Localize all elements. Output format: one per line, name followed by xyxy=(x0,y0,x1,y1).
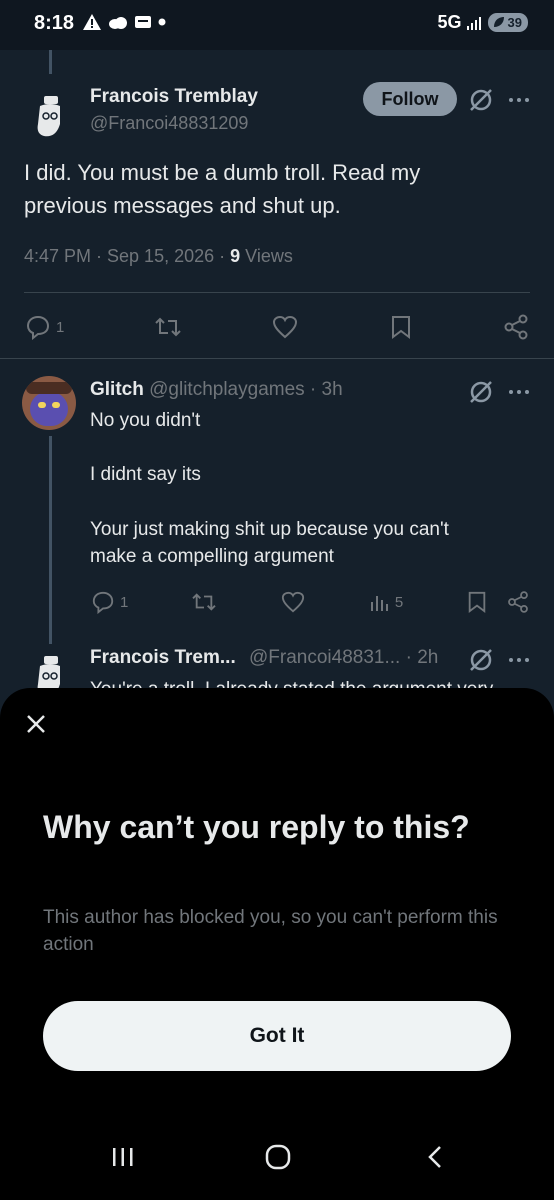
warning-icon xyxy=(83,14,101,30)
post-meta: 4:47 PM · Sep 15, 2026 · 9 Views xyxy=(24,246,293,267)
reply-text-line: Your just making shit up because you can… xyxy=(90,519,449,540)
reply-button[interactable]: 1 xyxy=(24,314,64,340)
share-icon xyxy=(508,591,528,613)
views-count: 9 xyxy=(230,246,241,266)
like-button[interactable] xyxy=(271,314,299,340)
views-label: Views xyxy=(240,246,293,266)
reply-right-actions xyxy=(466,590,530,614)
recent-apps-icon[interactable] xyxy=(108,1142,138,1172)
status-right: 5G 39 xyxy=(438,12,528,33)
divider xyxy=(0,358,554,359)
battery-level: 39 xyxy=(507,15,522,30)
reply-count: 1 xyxy=(120,593,129,611)
reply-count: 1 xyxy=(56,318,65,336)
cloud-icon xyxy=(109,17,127,29)
post-timestamp[interactable]: 4:47 PM · Sep 15, 2026 · xyxy=(24,246,230,266)
wallet-icon xyxy=(135,16,151,28)
got-it-button[interactable]: Got It xyxy=(43,1001,511,1071)
heart-icon xyxy=(273,315,298,339)
reply-text-line: I didnt say its xyxy=(90,464,201,485)
system-nav-bar xyxy=(0,1130,554,1200)
bookmark-button[interactable] xyxy=(466,590,488,614)
leaf-icon xyxy=(493,17,504,27)
repost-icon xyxy=(155,317,181,337)
repost-icon xyxy=(192,593,216,611)
grok-icon[interactable] xyxy=(466,378,496,406)
post-text-line-2: previous messages and shut up. xyxy=(24,193,341,218)
sheet-subtitle: This author has blocked you, so you can'… xyxy=(43,907,498,955)
reply-handle-time[interactable]: @glitchplaygames · 3h xyxy=(149,379,343,400)
reply-author-name[interactable]: Francois Trem... xyxy=(90,647,236,668)
more-options-icon[interactable] xyxy=(506,88,532,112)
status-notification-icons xyxy=(82,13,166,31)
author-name[interactable]: Francois Tremblay xyxy=(90,86,258,108)
reply-handle-time[interactable]: @Francoi48831... · 2h xyxy=(249,647,438,668)
battery-indicator: 39 xyxy=(487,13,528,32)
thread-line xyxy=(49,50,52,74)
more-options-icon[interactable] xyxy=(506,648,532,672)
views-button[interactable]: 5 xyxy=(369,592,403,612)
grok-icon[interactable] xyxy=(466,86,496,114)
repost-button[interactable] xyxy=(191,591,217,613)
post-text-line-1: I did. You must be a dumb troll. Read my xyxy=(24,160,421,185)
follow-button[interactable]: Follow xyxy=(363,82,457,116)
bookmark-icon xyxy=(391,316,410,339)
reply-action-bar: 1 5 xyxy=(90,588,530,616)
avatar[interactable] xyxy=(22,376,76,430)
share-icon xyxy=(504,314,528,340)
avatar[interactable] xyxy=(26,94,74,142)
author-handle[interactable]: @Francoi48831209 xyxy=(90,113,248,134)
like-button[interactable] xyxy=(280,590,306,614)
heart-icon xyxy=(281,591,305,613)
bookmark-icon xyxy=(468,591,486,613)
more-options-icon[interactable] xyxy=(506,380,532,404)
reply-text-line: No you didn't xyxy=(90,410,201,431)
signal-icon xyxy=(466,16,481,30)
reply-icon xyxy=(26,315,50,340)
close-icon[interactable] xyxy=(22,710,50,738)
status-bar: 8:18 5G 39 xyxy=(0,0,554,50)
back-icon[interactable] xyxy=(420,1142,450,1172)
reply-header: Glitch @glitchplaygames · 3h xyxy=(90,379,343,401)
status-time: 8:18 xyxy=(34,12,75,34)
sheet-title: Why can’t you reply to this? xyxy=(43,809,470,845)
analytics-icon xyxy=(370,596,388,611)
network-label: 5G xyxy=(437,12,462,32)
home-icon[interactable] xyxy=(263,1142,293,1172)
views-count: 5 xyxy=(394,593,404,611)
repost-button[interactable] xyxy=(154,315,182,339)
reply-author-name[interactable]: Glitch xyxy=(90,379,144,400)
grok-icon[interactable] xyxy=(466,646,496,674)
reply-text-line: make a compelling argument xyxy=(90,546,334,567)
post-text: I did. You must be a dumb troll. Read my… xyxy=(24,156,504,222)
post-action-bar: 1 xyxy=(24,312,530,342)
bookmark-button[interactable] xyxy=(389,314,413,340)
reply-header: Francois Trem... @Francoi48831... · 2h xyxy=(90,647,438,669)
share-button[interactable] xyxy=(502,314,530,340)
reply-icon xyxy=(92,591,114,614)
dot-icon xyxy=(158,18,166,26)
thread-line xyxy=(49,436,52,644)
reply-button[interactable]: 1 xyxy=(90,590,128,614)
blocked-reply-sheet: Why can’t you reply to this? This author… xyxy=(0,688,554,1200)
divider xyxy=(24,292,530,293)
share-button[interactable] xyxy=(506,590,530,614)
